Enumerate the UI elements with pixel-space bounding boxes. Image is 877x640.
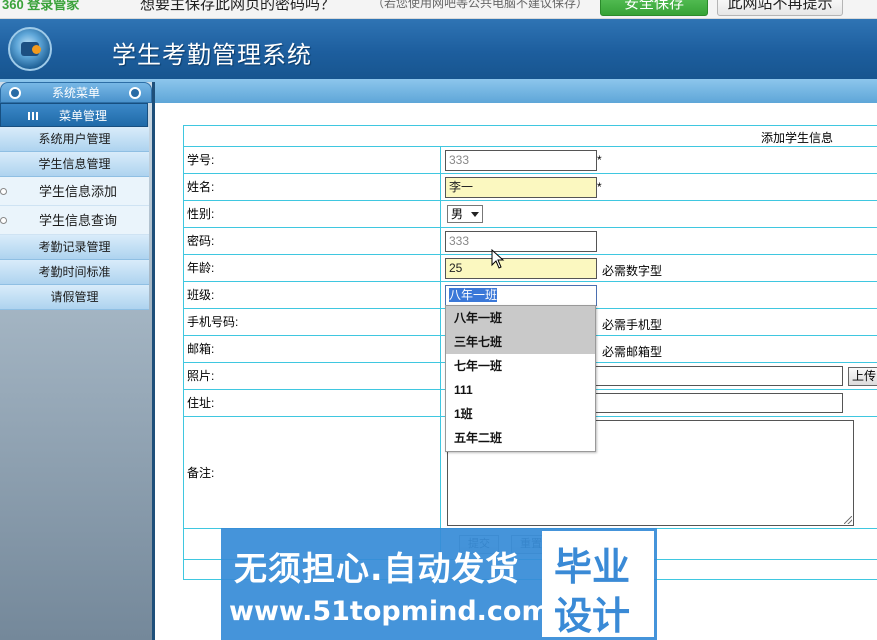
age-input[interactable]: 25 [445,258,597,279]
watermark-badge-top: 毕业 [554,545,631,589]
password-label: 密码: [184,228,441,254]
class-input[interactable]: 八年一班 [445,285,597,306]
phone-label: 手机号码: [184,309,441,335]
row-age: 年龄: 25 必需数字型 [184,255,877,282]
save-password-question: 想要主保存此网页的密码吗？ [140,0,336,13]
required-mark: * [597,180,602,194]
sidebar-subitem-query-student[interactable]: 学生信息查询 [0,206,149,235]
form-title-row: 添加学生信息 [184,126,877,147]
bullet-icon [0,217,7,224]
email-hint: 必需邮箱型 [602,345,663,359]
sidebar: 系统菜单 菜单管理 系统用户管理 学生信息管理 学生信息添加 学生信息查询 考勤… [0,82,155,640]
upload-button[interactable]: 上传 [848,367,877,386]
sidebar-item-attendance-time[interactable]: 考勤时间标准 [0,260,149,285]
photo-label: 照片: [184,363,441,389]
student-id-input[interactable]: 333 [445,150,597,171]
sidebar-item-attendance-records[interactable]: 考勤记录管理 [0,235,149,260]
row-student-id: 学号: 333 * [184,147,877,174]
safe-save-button[interactable]: 安全保存 [600,0,708,16]
sidebar-item-student-info[interactable]: 学生信息管理 [0,152,149,177]
row-name: 姓名: 李一 * [184,174,877,201]
sidebar-item-leave[interactable]: 请假管理 [0,285,149,310]
chevron-down-icon [471,212,479,217]
watermark-badge-bottom: 设计 [554,594,631,638]
sidebar-subitem-label: 学生信息添加 [39,184,118,199]
name-input[interactable]: 李一 [445,177,597,198]
email-label: 邮箱: [184,336,441,362]
watermark-slogan: 无须担心.自动发货 [234,549,520,588]
class-option[interactable]: 1班 [446,402,595,426]
class-option[interactable]: 三年七班 [446,330,595,354]
name-label: 姓名: [184,174,441,200]
app-logo-icon [8,27,52,71]
gender-select[interactable]: 男 [447,205,483,223]
student-id-label: 学号: [184,147,441,173]
sidebar-section-menu[interactable]: 菜单管理 [0,103,148,127]
bullet-icon [0,188,7,195]
pin-icon [129,87,141,99]
watermark-badge: 毕业 设计 [542,531,654,638]
form-title: 添加学生信息 [760,131,833,145]
password-input[interactable]: 333 [445,231,597,252]
address-label: 住址: [184,390,441,416]
resize-grip-icon[interactable] [844,516,852,524]
class-option[interactable]: 八年一班 [446,306,595,330]
sidebar-item-system-users[interactable]: 系统用户管理 [0,127,149,152]
sidebar-title-label: 系统菜单 [51,86,100,100]
class-label: 班级: [184,282,441,308]
mouse-cursor-icon [491,249,505,269]
grid-icon [28,112,40,120]
class-input-value: 八年一班 [449,288,498,302]
gender-label: 性别: [184,201,441,227]
required-mark: * [597,153,602,167]
age-hint: 必需数字型 [602,264,663,278]
app-title: 学生考勤管理系统 [112,41,312,69]
row-gender: 性别: 男 [184,201,877,228]
class-dropdown-list: 八年一班 三年七班 七年一班 111 1班 五年二班 [445,305,596,452]
phone-hint: 必需手机型 [602,318,663,332]
app-header: 学生考勤管理系统 [0,19,877,79]
save-password-bar: 360 登录管家 想要主保存此网页的密码吗？ （若您使用网吧等公共电脑不建议保存… [0,0,877,19]
pin-icon [9,87,21,99]
age-label: 年龄: [184,255,441,281]
save-password-hint: （若您使用网吧等公共电脑不建议保存） [372,0,589,10]
sidebar-title: 系统菜单 [0,82,152,103]
class-option[interactable]: 五年二班 [446,426,595,450]
sidebar-subitem-label: 学生信息查询 [39,213,118,228]
watermark-url: www.51topmind.com [229,596,550,627]
watermark-banner: 无须担心.自动发货 www.51topmind.com 毕业 设计 [221,528,657,640]
password-manager-brand: 360 登录管家 [2,0,80,12]
sidebar-subitem-add-student[interactable]: 学生信息添加 [0,177,149,206]
never-remind-button[interactable]: 此网站不再提示 [717,0,843,16]
gender-select-value: 男 [451,207,464,221]
row-password: 密码: 333 [184,228,877,255]
class-option[interactable]: 七年一班 [446,354,595,378]
class-option[interactable]: 111 [446,378,595,402]
remark-label: 备注: [184,417,441,528]
sidebar-section-label: 菜单管理 [58,109,107,123]
